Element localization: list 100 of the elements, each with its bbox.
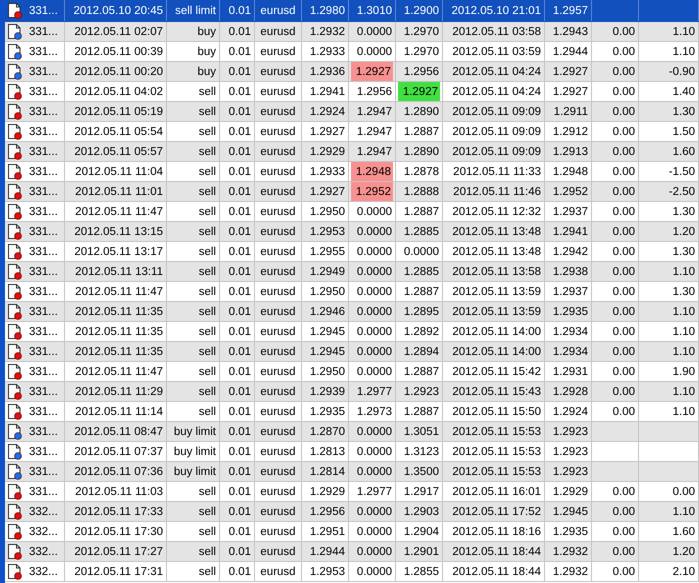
table-cell: 1.2936 (308, 64, 346, 78)
table-row[interactable]: 331... 2012.05.11 00:20 buy 0.01 eurusd 1.2936 1.2927 1.2956 2012.05.11 04:24 1.2927 0.00 -0.90 (5, 62, 699, 82)
table-cell: sell (198, 124, 217, 138)
table-cell: 0.00 (612, 344, 636, 358)
table-cell: 1.2935 (552, 304, 589, 318)
table-cell: 1.2953 (308, 564, 346, 578)
table-cell: 2012.05.11 14:00 (451, 344, 542, 358)
table-cell: eurusd (259, 544, 297, 558)
table-row[interactable]: 331... 2012.05.11 11:01 sell 0.01 eurusd 1.2927 1.2952 1.2888 2012.05.11 11:46 1.2952 0.00 -2.50 (5, 182, 699, 202)
table-cell: 1.2939 (308, 384, 346, 398)
table-cell: 1.2937 (552, 204, 589, 218)
table-cell: eurusd (259, 284, 297, 298)
table-cell: 2012.05.11 09:09 (451, 124, 542, 138)
table-cell: 1.2955 (308, 244, 346, 258)
table-row[interactable]: 331... 2012.05.11 11:14 sell 0.01 eurusd 1.2935 1.2973 1.2887 2012.05.11 15:50 1.2924 0.00 1.10 (5, 402, 699, 422)
table-cell: 1.2946 (308, 304, 346, 318)
table-cell: 0.00 (612, 524, 636, 538)
table-row[interactable]: 331... 2012.05.11 13:11 sell 0.01 eurusd 1.2949 0.0000 1.2885 2012.05.11 13:58 1.2938 0.00 1.10 (5, 262, 699, 282)
table-cell: 0.0000 (356, 364, 393, 378)
table-row[interactable]: 332... 2012.05.11 17:33 sell 0.01 eurusd 1.2956 0.0000 1.2903 2012.05.11 17:52 1.2945 0.00 1.10 (5, 502, 699, 522)
table-cell: eurusd (259, 464, 297, 478)
table-cell: eurusd (259, 404, 297, 418)
table-row[interactable]: 331... 2012.05.11 11:35 sell 0.01 eurusd 1.2945 0.0000 1.2894 2012.05.11 14:00 1.2934 0.00 1.10 (5, 342, 699, 362)
table-cell: eurusd (259, 384, 297, 398)
table-cell: 2012.05.11 13:48 (451, 224, 542, 238)
table-cell: 0.0000 (356, 244, 393, 258)
table-row[interactable]: 332... 2012.05.11 17:27 sell 0.01 eurusd 1.2944 0.0000 1.2901 2012.05.11 18:44 1.2932 0.00 1.20 (5, 542, 699, 562)
table-cell: 332... (28, 504, 59, 518)
table-row[interactable]: 331... 2012.05.11 11:47 sell 0.01 eurusd 1.2950 0.0000 1.2887 2012.05.11 12:32 1.2937 0.00 1.30 (5, 202, 699, 222)
table-cell: 2012.05.11 04:24 (451, 64, 542, 78)
table-row[interactable]: 331... 2012.05.11 04:02 sell 0.01 eurusd 1.2941 1.2956 1.2927 2012.05.11 04:24 1.2927 0.00 1.40 (5, 82, 699, 102)
table-cell: sell (198, 244, 217, 258)
table-cell: 331... (28, 44, 59, 58)
table-row[interactable]: 332... 2012.05.11 17:31 sell 0.01 eurusd 1.2953 0.0000 1.2855 2012.05.11 18:44 1.2932 0.00 2.10 (5, 562, 699, 582)
table-cell: 0.01 (228, 104, 252, 118)
table-cell: 0.01 (228, 464, 252, 478)
table-cell: eurusd (259, 524, 297, 538)
table-row[interactable]: 331... 2012.05.11 05:19 sell 0.01 eurusd 1.2924 1.2947 1.2890 2012.05.11 09:09 1.2911 0.00 1.30 (5, 102, 699, 122)
table-row[interactable]: 332... 2012.05.11 17:30 sell 0.01 eurusd 1.2951 0.0000 1.2904 2012.05.11 18:16 1.2935 0.00 1.60 (5, 522, 699, 542)
table-cell: sell (198, 504, 217, 518)
table-cell: 1.2924 (308, 104, 346, 118)
table-cell: 0.0000 (356, 504, 393, 518)
order-document-icon (7, 143, 23, 160)
table-cell: 1.2933 (308, 44, 346, 58)
table-row[interactable]: 331... 2012.05.11 05:57 sell 0.01 eurusd 1.2929 1.2947 1.2890 2012.05.11 09:09 1.2913 0.00 1.60 (5, 142, 699, 162)
table-cell: 1.2935 (552, 524, 589, 538)
table-cell: 1.2943 (552, 24, 589, 38)
table-cell: 1.2941 (552, 224, 589, 238)
table-cell: eurusd (259, 264, 297, 278)
table-row[interactable]: 331... 2012.05.10 20:45 sell limit 0.01 eurusd 1.2980 1.3010 1.2900 2012.05.10 21:01 1.2957 (5, 0, 699, 22)
order-document-icon (7, 363, 23, 380)
table-cell: 0.0000 (402, 244, 440, 258)
table-row[interactable]: 331... 2012.05.11 11:03 sell 0.01 eurusd 1.2929 1.2977 1.2917 2012.05.11 16:01 1.2929 0.00 0.00 (5, 482, 699, 502)
table-row[interactable]: 331... 2012.05.11 07:36 buy limit 0.01 eurusd 1.2814 0.0000 1.3500 2012.05.11 15:53 1.2923 (5, 462, 699, 482)
table-row[interactable]: 331... 2012.05.11 13:15 sell 0.01 eurusd 1.2953 0.0000 1.2885 2012.05.11 13:48 1.2941 0.00 1.20 (5, 222, 699, 242)
table-cell: 0.01 (228, 244, 252, 258)
table-cell: 1.3123 (402, 444, 440, 458)
order-document-icon (7, 343, 23, 360)
table-cell: eurusd (259, 324, 297, 338)
table-cell: 0.01 (228, 64, 252, 78)
table-row[interactable]: 331... 2012.05.11 11:47 sell 0.01 eurusd 1.2950 0.0000 1.2887 2012.05.11 15:42 1.2931 0.00 1.90 (5, 362, 699, 382)
table-cell: eurusd (259, 144, 297, 158)
table-cell: 0.00 (612, 484, 636, 498)
table-cell: 0.00 (612, 164, 636, 178)
table-cell: 0.01 (228, 164, 252, 178)
table-cell: sell (198, 284, 217, 298)
table-row[interactable]: 331... 2012.05.11 13:17 sell 0.01 eurusd 1.2955 0.0000 0.0000 2012.05.11 13:48 1.2942 0.00 1.30 (5, 242, 699, 262)
table-cell: eurusd (259, 484, 297, 498)
table-cell: sell (198, 404, 217, 418)
order-document-icon (7, 403, 23, 420)
table-cell: 0.01 (228, 524, 252, 538)
table-cell: 1.2973 (356, 404, 393, 418)
table-cell: 1.3500 (402, 464, 440, 478)
table-cell: 2012.05.11 05:57 (73, 144, 164, 158)
table-cell: 1.2933 (308, 164, 346, 178)
table-row[interactable]: 331... 2012.05.11 11:29 sell 0.01 eurusd 1.2939 1.2977 1.2923 2012.05.11 15:43 1.2928 0.00 1.10 (5, 382, 699, 402)
table-row[interactable]: 331... 2012.05.11 00:39 buy 0.01 eurusd 1.2933 0.0000 1.2970 2012.05.11 03:59 1.2944 0.00 1.10 (5, 42, 699, 62)
table-cell: 0.0000 (356, 524, 393, 538)
table-cell: 2012.05.11 13:59 (451, 304, 542, 318)
table-cell: 331... (28, 104, 59, 118)
table-cell: 2012.05.11 11:03 (74, 484, 164, 498)
table-cell: 2012.05.11 12:32 (451, 204, 542, 218)
table-row[interactable]: 331... 2012.05.11 11:47 sell 0.01 eurusd 1.2950 0.0000 1.2887 2012.05.11 13:59 1.2937 0.00 1.30 (5, 282, 699, 302)
table-cell: 1.2885 (402, 264, 440, 278)
table-row[interactable]: 331... 2012.05.11 07:37 buy limit 0.01 eurusd 1.2813 0.0000 1.3123 2012.05.11 15:53 1.2923 (5, 442, 699, 462)
table-row[interactable]: 331... 2012.05.11 11:35 sell 0.01 eurusd 1.2946 0.0000 1.2895 2012.05.11 13:59 1.2935 0.00 1.10 (5, 302, 699, 322)
table-cell: sell (198, 364, 217, 378)
table-row[interactable]: 331... 2012.05.11 08:47 buy limit 0.01 eurusd 1.2870 0.0000 1.3051 2012.05.11 15:53 1.2923 (5, 422, 699, 442)
table-cell: 331... (28, 264, 59, 278)
table-cell: eurusd (259, 564, 297, 578)
table-row[interactable]: 331... 2012.05.11 11:04 sell 0.01 eurusd 1.2933 1.2948 1.2878 2012.05.11 11:33 1.2948 0.00 -1.50 (5, 162, 699, 182)
table-cell: 2012.05.11 17:52 (451, 504, 542, 518)
table-cell: 1.10 (672, 344, 696, 358)
table-row[interactable]: 331... 2012.05.11 05:54 sell 0.01 eurusd 1.2927 1.2947 1.2887 2012.05.11 09:09 1.2912 0.00 1.50 (5, 122, 699, 142)
table-cell: 331... (28, 484, 59, 498)
table-row[interactable]: 331... 2012.05.11 02:07 buy 0.01 eurusd 1.2932 0.0000 1.2970 2012.05.11 03:58 1.2943 0.00 1.10 (5, 22, 699, 42)
table-cell: 1.20 (672, 224, 696, 238)
table-row[interactable]: 331... 2012.05.11 11:35 sell 0.01 eurusd 1.2945 0.0000 1.2892 2012.05.11 14:00 1.2934 0.00 1.10 (5, 322, 699, 342)
order-document-icon (7, 123, 23, 140)
table-cell: 1.2957 (552, 4, 589, 18)
